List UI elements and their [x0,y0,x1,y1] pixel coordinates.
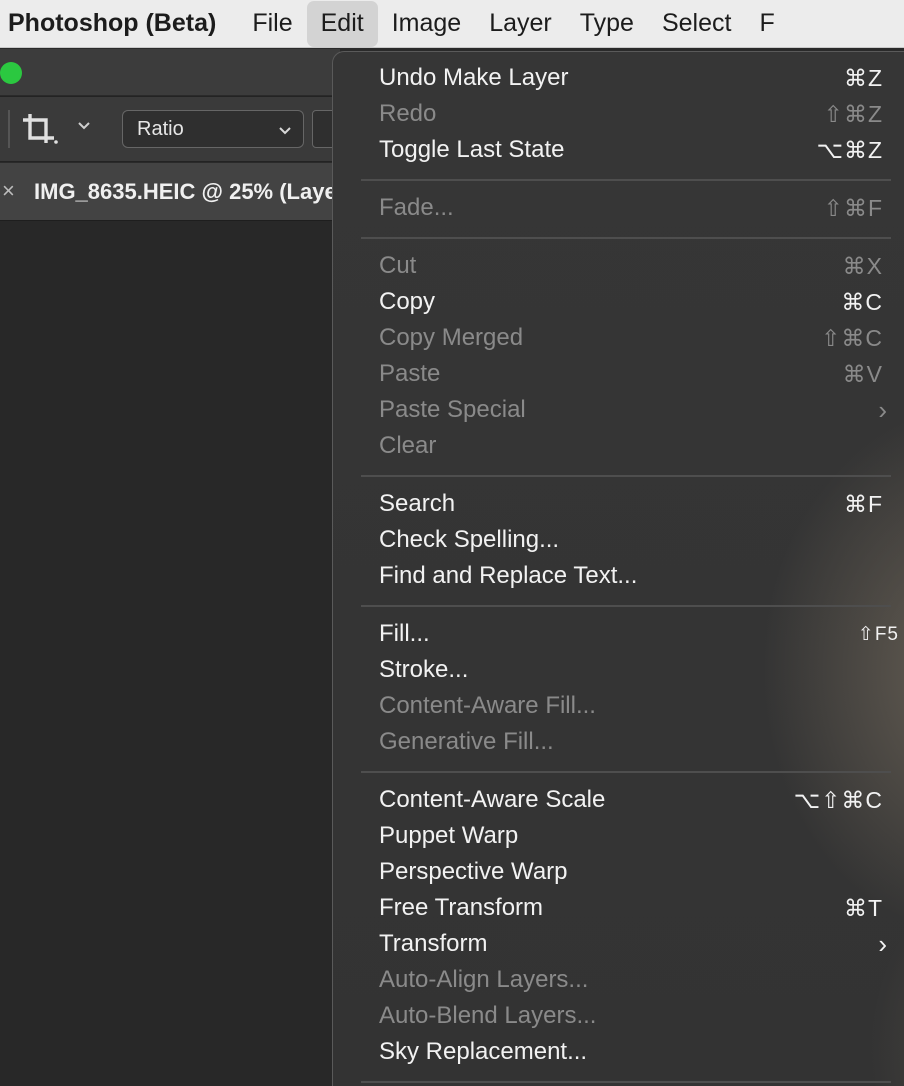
menu-item-puppet-warp[interactable]: Puppet Warp [379,818,899,854]
menu-item-label: Cut [379,252,417,279]
window-zoom-button[interactable] [0,62,22,84]
menu-item-label: Auto-Blend Layers... [379,1002,597,1029]
menu-item-label: Free Transform [379,894,544,921]
menu-item-generative-fill: Generative Fill... [379,724,899,760]
menu-item-free-transform[interactable]: Free Transform ⌘T [379,890,899,926]
menu-item-label: Find and Replace Text... [379,562,638,589]
menu-filter-truncated[interactable]: F [745,1,788,47]
menu-separator [361,179,891,181]
menu-item-label: Redo [379,100,437,127]
menu-item-redo: Redo ⇧⌘Z [379,96,899,132]
menu-item-shortcut: ⌘F [843,490,883,517]
menu-item-label: Fill... [379,620,430,647]
menu-item-clear: Clear [379,428,899,464]
menu-item-label: Copy Merged [379,324,524,351]
ratio-select[interactable]: Ratio [122,110,304,148]
menu-item-label: Clear [379,432,437,459]
menu-item-stroke[interactable]: Stroke... [379,652,899,688]
menu-separator [361,1081,891,1083]
menu-item-shortcut: ⌘V [842,360,883,387]
menu-item-label: Auto-Align Layers... [379,966,589,993]
menu-item-shortcut: ⇧F5 [857,623,899,645]
menu-bar: Photoshop (Beta) File Edit Image Layer T… [0,0,904,48]
menu-item-shortcut: ⌘T [843,894,883,921]
menu-item-fill[interactable]: Fill... ⇧F5 [379,616,899,652]
menu-item-find-replace-text[interactable]: Find and Replace Text... [379,558,899,594]
menu-item-label: Stroke... [379,656,469,683]
menu-item-content-aware-scale[interactable]: Content-Aware Scale ⌥⇧⌘C [379,782,899,818]
menu-item-label: Copy [379,288,436,315]
menu-item-sky-replacement[interactable]: Sky Replacement... [379,1034,899,1070]
menu-item-undo-make-layer[interactable]: Undo Make Layer ⌘Z [379,60,899,96]
menu-item-copy-merged: Copy Merged ⇧⌘C [379,320,899,356]
menu-edit[interactable]: Edit [306,0,378,47]
menu-layer[interactable]: Layer [475,1,566,47]
crop-icon[interactable] [20,110,60,148]
menu-item-auto-blend-layers: Auto-Blend Layers... [379,998,899,1034]
menu-item-label: Paste Special [379,396,526,423]
menu-item-fade: Fade... ⇧⌘F [379,190,899,226]
menu-item-check-spelling[interactable]: Check Spelling... [379,522,899,558]
menu-item-copy[interactable]: Copy ⌘C [379,284,899,320]
menu-item-label: Content-Aware Scale [379,786,606,813]
menu-select[interactable]: Select [648,1,745,47]
chevron-right-icon: › [878,929,887,959]
menu-item-auto-align-layers: Auto-Align Layers... [379,962,899,998]
menu-item-content-aware-fill: Content-Aware Fill... [379,688,899,724]
chevron-right-icon: › [878,395,887,425]
menu-file[interactable]: File [238,1,306,47]
menu-item-shortcut: ⌘Z [843,64,883,91]
menu-item-paste-special: Paste Special › [379,392,899,428]
menu-item-label: Generative Fill... [379,728,554,755]
menu-item-transform[interactable]: Transform › [379,926,899,962]
menu-separator [361,237,891,239]
menu-item-label: Perspective Warp [379,858,568,885]
options-bar-divider [8,110,10,148]
app-menu[interactable]: Photoshop (Beta) [0,1,238,47]
close-icon[interactable]: × [2,178,15,204]
menu-separator [361,771,891,773]
document-tab-title: IMG_8635.HEIC @ 25% (Layer [34,179,334,204]
menu-item-toggle-last-state[interactable]: Toggle Last State ⌥⌘Z [379,132,899,168]
chevron-down-icon[interactable] [76,118,92,134]
menu-item-paste: Paste ⌘V [379,356,899,392]
menu-item-label: Sky Replacement... [379,1038,588,1065]
menu-item-label: Check Spelling... [379,526,560,553]
menu-type[interactable]: Type [566,1,648,47]
menu-item-label: Puppet Warp [379,822,519,849]
edit-menu: Undo Make Layer ⌘Z Redo ⇧⌘Z Toggle Last … [332,51,904,1086]
menu-item-shortcut: ⇧⌘Z [823,100,883,127]
menu-item-label: Toggle Last State [379,136,565,163]
menu-item-search[interactable]: Search ⌘F [379,486,899,522]
menu-item-shortcut: ⌥⌘Z [816,136,883,163]
menu-separator [361,605,891,607]
menu-item-shortcut: ⇧⌘C [821,324,883,351]
menu-separator [361,475,891,477]
menu-item-shortcut: ⌘C [841,288,883,315]
menu-image[interactable]: Image [378,1,475,47]
window-title-bar [0,49,340,95]
menu-item-cut: Cut ⌘X [379,248,899,284]
menu-item-label: Search [379,490,456,517]
menu-item-perspective-warp[interactable]: Perspective Warp [379,854,899,890]
ratio-select-value: Ratio [137,117,184,140]
menu-item-label: Undo Make Layer [379,64,569,91]
menu-item-label: Transform [379,930,488,957]
menu-item-label: Paste [379,360,441,387]
menu-item-shortcut: ⌥⇧⌘C [793,786,883,813]
chevron-down-icon [277,122,293,138]
menu-item-shortcut: ⌘X [842,252,883,279]
canvas-area[interactable] [0,221,340,1086]
menu-item-label: Content-Aware Fill... [379,692,596,719]
menu-item-label: Fade... [379,194,454,221]
menu-item-shortcut: ⇧⌘F [823,194,883,221]
